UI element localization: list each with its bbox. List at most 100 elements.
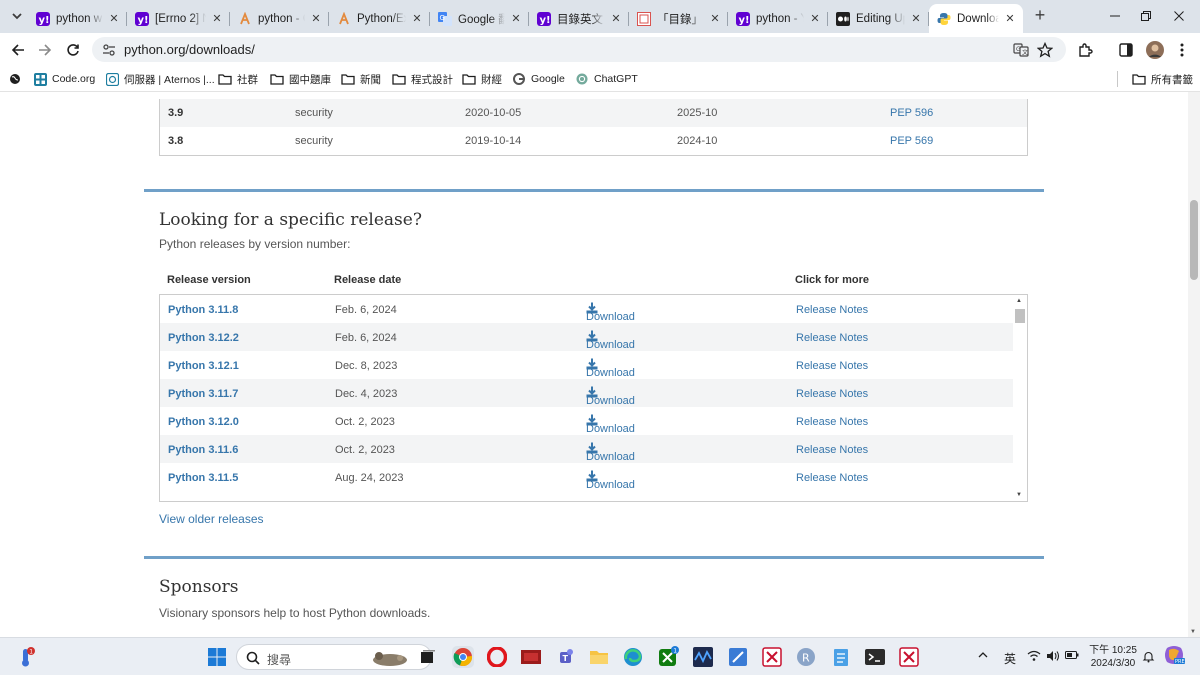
pep-link[interactable]: PEP 569 bbox=[890, 135, 933, 147]
bookmark-aternos[interactable]: 伺服器 | Aternos |... bbox=[105, 71, 215, 87]
tab[interactable]: python - C ✕ bbox=[230, 4, 329, 33]
tab[interactable]: 「目錄」 新 ✕ bbox=[629, 4, 728, 33]
network-icon[interactable] bbox=[1027, 650, 1041, 662]
taskbar-search[interactable]: 搜尋 bbox=[236, 644, 432, 670]
tab-active[interactable]: Downloac ✕ bbox=[929, 4, 1023, 33]
close-tab-icon[interactable]: ✕ bbox=[708, 12, 722, 25]
download-link[interactable]: Download bbox=[586, 414, 635, 435]
opera-app[interactable] bbox=[486, 646, 508, 668]
tab-search-button[interactable] bbox=[7, 6, 27, 26]
pep-link[interactable]: PEP 596 bbox=[890, 107, 933, 119]
task-view-button[interactable] bbox=[416, 646, 438, 668]
address-bar[interactable]: python.org/downloads/ G文 bbox=[92, 37, 1066, 62]
tab[interactable]: Editing Up ✕ bbox=[828, 4, 929, 33]
bookmark-folder-social[interactable]: 社群 bbox=[218, 71, 258, 87]
weather-widget[interactable]: 1 bbox=[14, 646, 38, 668]
back-button[interactable] bbox=[8, 40, 28, 60]
release-notes-link[interactable]: Release Notes bbox=[796, 472, 868, 484]
tab[interactable]: y! python w ✕ bbox=[28, 4, 127, 33]
download-link[interactable]: Download bbox=[586, 386, 635, 407]
view-older-releases-link[interactable]: View older releases bbox=[159, 512, 264, 526]
snipping-app-2[interactable] bbox=[898, 646, 920, 668]
xbox-app[interactable]: 1 bbox=[657, 646, 679, 668]
profile-button[interactable] bbox=[1145, 40, 1165, 60]
bookmark-folder-quiz[interactable]: 國中題庫 bbox=[270, 71, 331, 87]
scroll-thumb[interactable] bbox=[1015, 309, 1025, 323]
close-tab-icon[interactable]: ✕ bbox=[808, 12, 822, 25]
close-tab-icon[interactable]: ✕ bbox=[609, 12, 623, 25]
scroll-down-icon[interactable]: ▼ bbox=[1016, 492, 1022, 498]
edge-app[interactable] bbox=[622, 646, 644, 668]
bookmark-item[interactable] bbox=[8, 71, 27, 87]
r-app[interactable]: R bbox=[795, 646, 817, 668]
bookmark-folder-programming[interactable]: 程式設計 bbox=[392, 71, 453, 87]
start-button[interactable] bbox=[206, 646, 228, 668]
terminal-app[interactable] bbox=[864, 646, 886, 668]
download-link[interactable]: Download bbox=[586, 302, 635, 323]
copilot-button[interactable]: PRE bbox=[1163, 644, 1185, 666]
bookmark-star-button[interactable] bbox=[1035, 40, 1055, 60]
restore-button[interactable] bbox=[1137, 7, 1155, 25]
minimize-button[interactable] bbox=[1106, 7, 1124, 25]
snipping-app[interactable] bbox=[761, 646, 783, 668]
tab[interactable]: y! 目錄英文 - ✕ bbox=[529, 4, 629, 33]
file-explorer-app[interactable] bbox=[588, 646, 610, 668]
site-info-icon[interactable] bbox=[100, 41, 118, 59]
new-tab-button[interactable]: + bbox=[1032, 6, 1048, 24]
bookmark-folder-news[interactable]: 新聞 bbox=[341, 71, 381, 87]
download-link[interactable]: Download bbox=[586, 470, 635, 491]
translate-button[interactable]: G文 bbox=[1011, 40, 1031, 60]
red-app[interactable] bbox=[520, 646, 542, 668]
close-tab-icon[interactable]: ✕ bbox=[509, 12, 523, 25]
scroll-up-icon[interactable]: ▲ bbox=[1016, 298, 1022, 304]
release-notes-link[interactable]: Release Notes bbox=[796, 360, 868, 372]
all-bookmarks-button[interactable]: 所有書籤 bbox=[1132, 71, 1193, 87]
release-list-scrollbar[interactable]: ▲ ▼ bbox=[1013, 295, 1027, 501]
close-tab-icon[interactable]: ✕ bbox=[107, 12, 121, 25]
tab[interactable]: y! python - Y ✕ bbox=[728, 4, 828, 33]
release-list[interactable]: Python 3.11.8 Feb. 6, 2024 Download Release… bbox=[159, 295, 1028, 502]
tab[interactable]: Python/Ex ✕ bbox=[329, 4, 430, 33]
page-scroll-thumb[interactable] bbox=[1190, 200, 1198, 280]
browser-menu-button[interactable] bbox=[1172, 40, 1192, 60]
close-tab-icon[interactable]: ✕ bbox=[309, 12, 323, 25]
show-hidden-icons-button[interactable] bbox=[978, 650, 988, 660]
page-scrollbar[interactable]: ▼ bbox=[1188, 92, 1200, 637]
release-notes-link[interactable]: Release Notes bbox=[796, 332, 868, 344]
release-notes-link[interactable]: Release Notes bbox=[796, 304, 868, 316]
tab[interactable]: G Google 翻 ✕ bbox=[430, 4, 529, 33]
url-text[interactable]: python.org/downloads/ bbox=[124, 42, 255, 57]
chrome-app[interactable] bbox=[452, 646, 474, 668]
download-link[interactable]: Download bbox=[586, 330, 635, 351]
notepad-app[interactable] bbox=[830, 646, 852, 668]
forward-button[interactable] bbox=[35, 40, 55, 60]
release-notes-link[interactable]: Release Notes bbox=[796, 388, 868, 400]
tab[interactable]: y! [Errno 2] N ✕ bbox=[127, 4, 230, 33]
bookmark-google[interactable]: Google bbox=[512, 71, 565, 87]
bookmark-code-org[interactable]: Code.org bbox=[33, 71, 95, 87]
release-version-link[interactable]: Python 3.12.1 bbox=[168, 360, 239, 372]
bookmark-folder-finance[interactable]: 財經 bbox=[462, 71, 502, 87]
volume-icon[interactable] bbox=[1046, 650, 1060, 662]
download-link[interactable]: Download bbox=[586, 358, 635, 379]
blue-app[interactable] bbox=[727, 646, 749, 668]
battery-icon[interactable] bbox=[1065, 650, 1079, 660]
close-tab-icon[interactable]: ✕ bbox=[210, 12, 224, 25]
scroll-down-icon[interactable]: ▼ bbox=[1190, 629, 1196, 635]
release-notes-link[interactable]: Release Notes bbox=[796, 444, 868, 456]
release-version-link[interactable]: Python 3.12.2 bbox=[168, 332, 239, 344]
release-notes-link[interactable]: Release Notes bbox=[796, 416, 868, 428]
close-tab-icon[interactable]: ✕ bbox=[410, 12, 424, 25]
release-version-link[interactable]: Python 3.12.0 bbox=[168, 416, 239, 428]
ime-indicator[interactable]: 英 bbox=[1004, 650, 1016, 667]
clock[interactable]: 下午 10:25 2024/3/30 bbox=[1088, 644, 1138, 670]
release-version-link[interactable]: Python 3.11.5 bbox=[168, 472, 238, 484]
release-version-link[interactable]: Python 3.11.7 bbox=[168, 388, 238, 400]
teams-app[interactable]: T bbox=[554, 646, 576, 668]
extensions-button[interactable] bbox=[1075, 40, 1095, 60]
close-tab-icon[interactable]: ✕ bbox=[1003, 12, 1017, 25]
release-version-link[interactable]: Python 3.11.8 bbox=[168, 304, 238, 316]
bookmark-chatgpt[interactable]: ChatGPT bbox=[575, 71, 638, 87]
close-tab-icon[interactable]: ✕ bbox=[909, 12, 923, 25]
reload-button[interactable] bbox=[63, 40, 83, 60]
